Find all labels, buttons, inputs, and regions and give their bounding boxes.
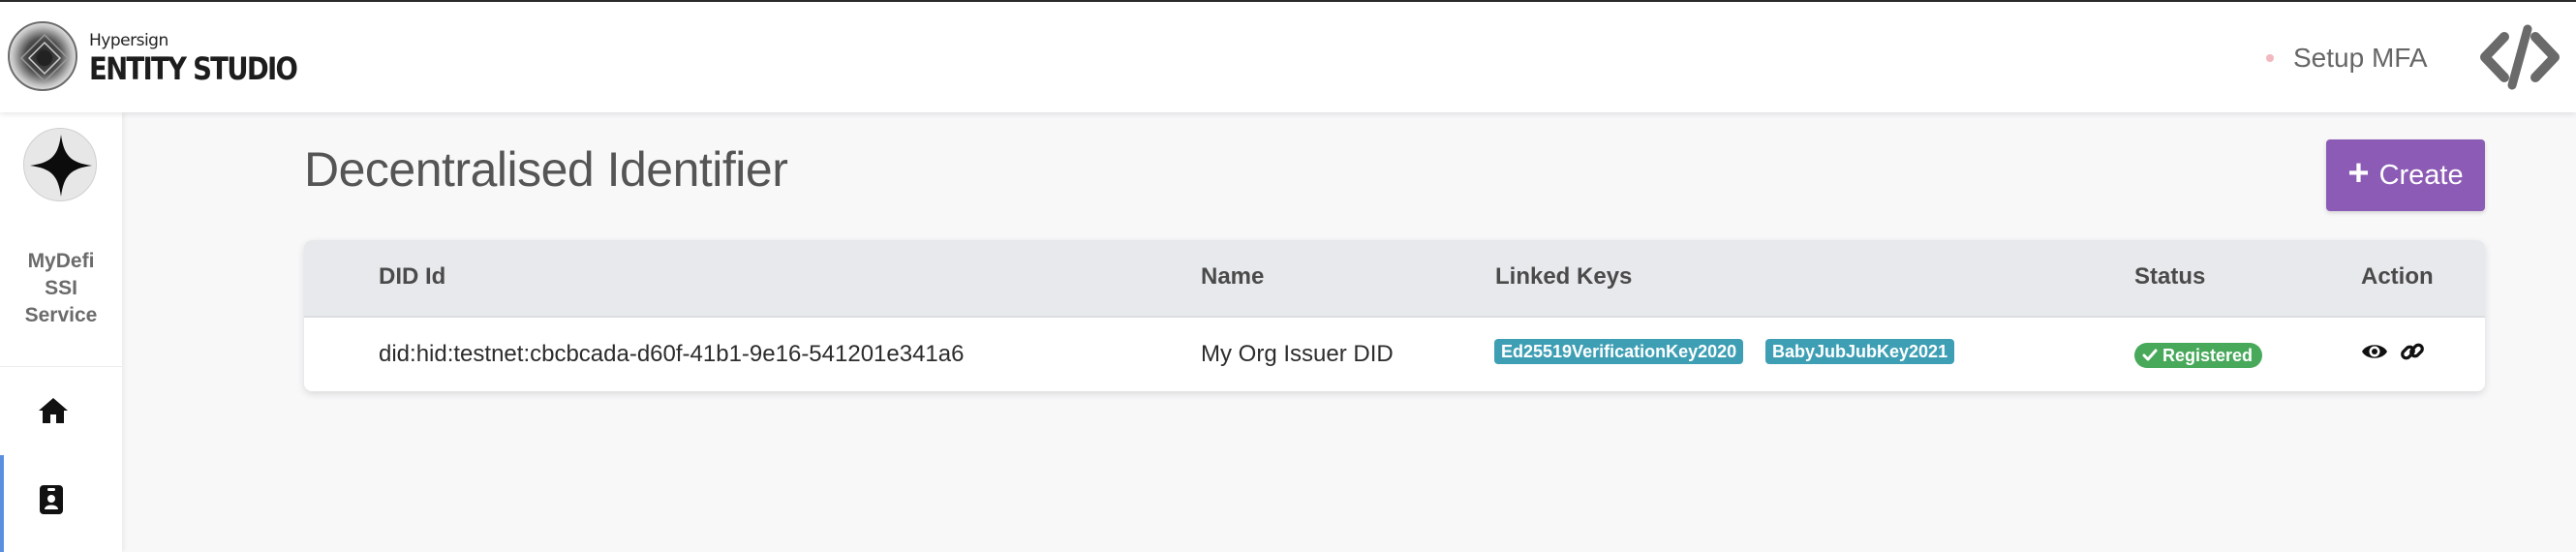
did-id-cell: did:hid:testnet:cbcbcada-d60f-41b1-9e16-…	[379, 341, 965, 367]
top-header: Hypersign ENTITY STUDIO Setup MFA	[0, 0, 2576, 112]
org-name: MyDefi SSI Service	[0, 248, 122, 329]
column-header-did-id[interactable]: DID Id	[379, 263, 445, 291]
org-logo[interactable]	[23, 128, 97, 201]
code-icon[interactable]	[2479, 23, 2561, 91]
brand-subtitle: Hypersign	[89, 31, 169, 50]
four-point-star-icon	[30, 135, 92, 197]
name-cell: My Org Issuer DID	[1201, 341, 1394, 367]
status-badge: Registered	[2134, 343, 2263, 368]
brand-title: ENTITY STUDIO	[89, 50, 298, 87]
org-name-line: SSI	[45, 277, 77, 299]
org-name-line: Service	[24, 304, 98, 326]
eye-icon[interactable]	[2361, 341, 2388, 367]
column-header-action: Action	[2361, 263, 2434, 290]
column-header-linked-keys[interactable]: Linked Keys	[1495, 263, 1632, 291]
sidebar-divider	[0, 366, 122, 367]
linked-key-badge: Ed25519VerificationKey2020	[1494, 339, 1744, 364]
check-icon	[2142, 349, 2158, 361]
column-header-name[interactable]: Name	[1201, 263, 1264, 291]
column-header-status[interactable]: Status	[2134, 263, 2205, 291]
plus-icon: +	[2347, 153, 2370, 194]
setup-mfa-link[interactable]: Setup MFA	[2293, 43, 2428, 74]
link-icon[interactable]	[2400, 339, 2425, 369]
hypersign-logo[interactable]	[8, 21, 77, 91]
page-title: Decentralised Identifier	[304, 142, 788, 197]
id-badge-icon	[40, 485, 63, 514]
mfa-status-dot	[2266, 54, 2274, 62]
create-button-label: Create	[2378, 159, 2464, 191]
hypersign-logo-icon	[19, 33, 70, 83]
sidebar: MyDefi SSI Service	[0, 112, 122, 552]
sidebar-item-home[interactable]	[0, 376, 122, 449]
active-indicator	[0, 455, 4, 552]
home-icon	[39, 398, 68, 423]
create-button[interactable]: + Create	[2326, 139, 2485, 211]
status-badge-label: Registered	[2162, 346, 2254, 365]
linked-key-badge: BabyJubJubKey2021	[1765, 339, 1955, 364]
did-table: DID Id Name Linked Keys Status Action di…	[304, 240, 2485, 391]
sidebar-item-did[interactable]	[0, 455, 122, 552]
org-name-line: MyDefi	[27, 250, 95, 272]
